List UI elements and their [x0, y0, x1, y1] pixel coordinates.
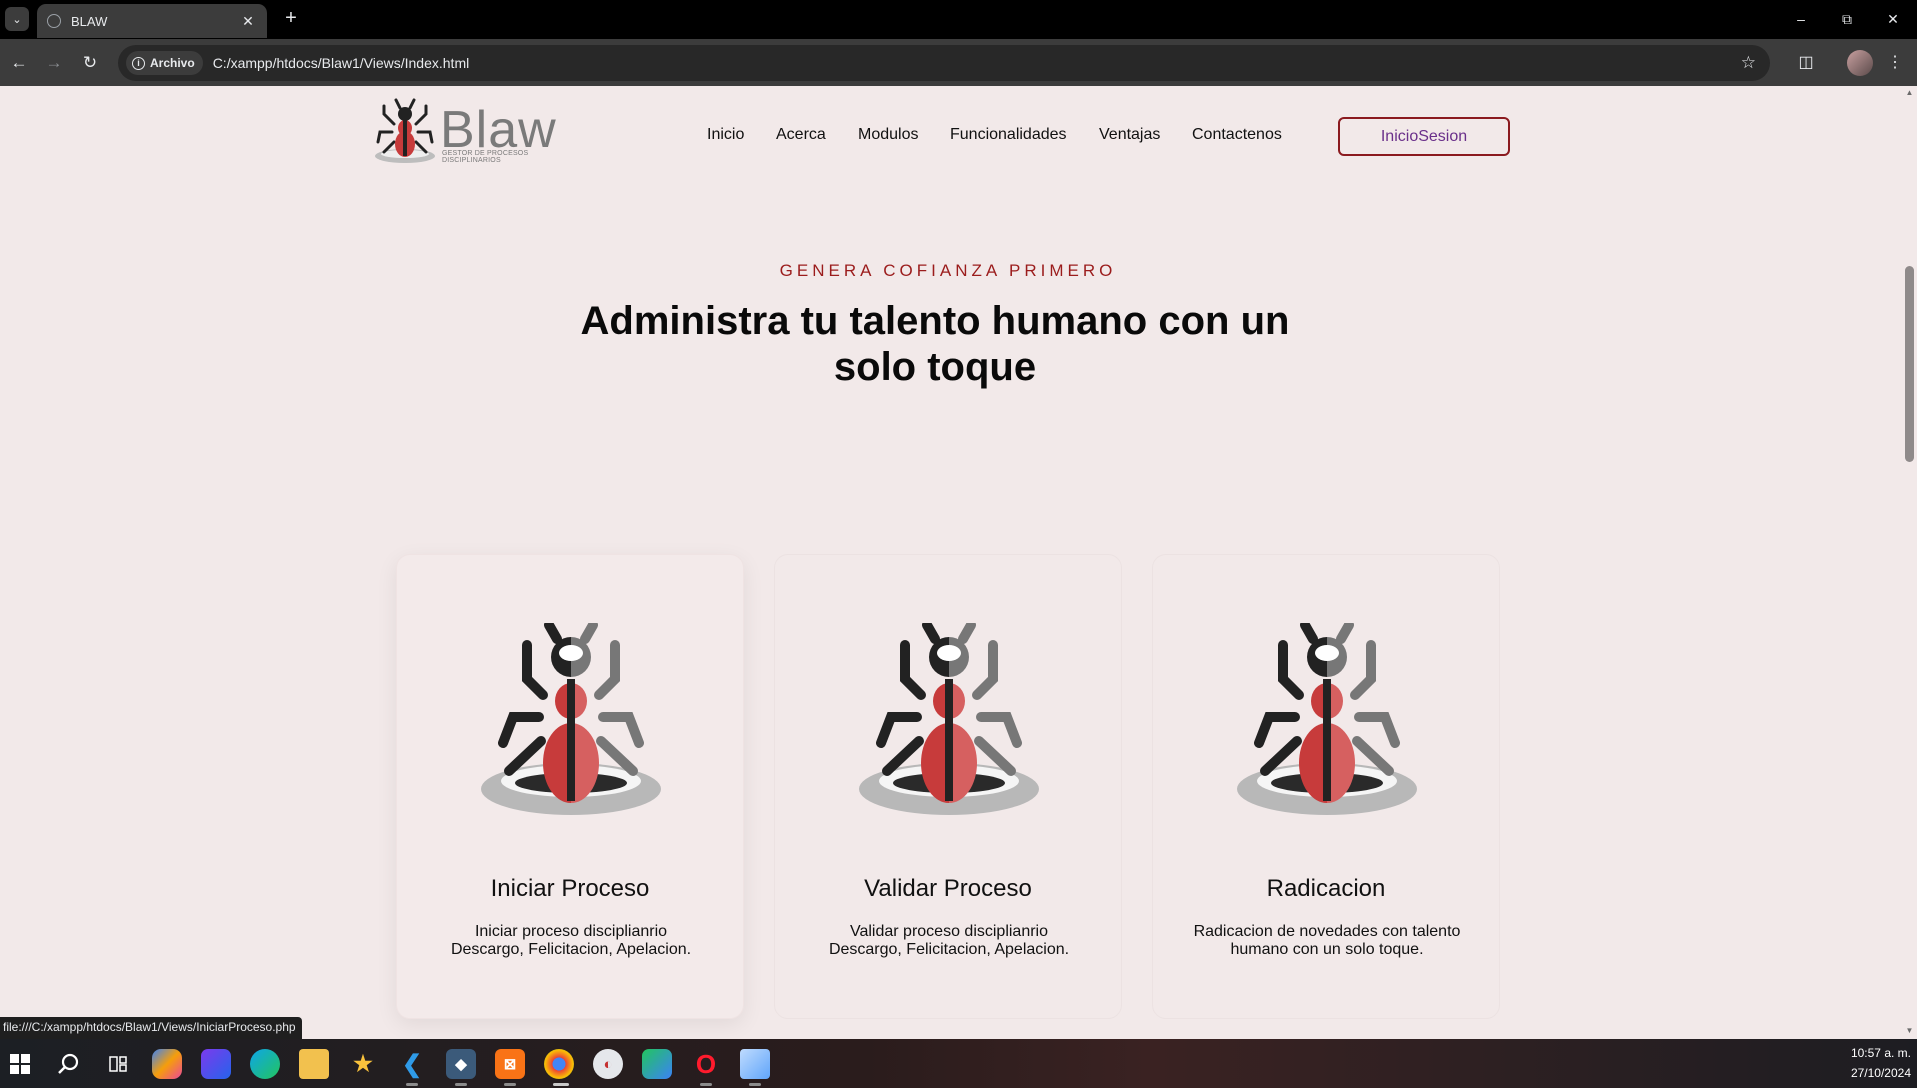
tab-title: BLAW — [71, 13, 108, 29]
forward-arrow-icon[interactable]: → — [42, 51, 66, 75]
card-title: Iniciar Proceso — [490, 875, 650, 902]
active-indicator — [700, 1083, 712, 1086]
bookmark-star-icon[interactable]: ☆ — [1741, 53, 1756, 73]
info-icon: i — [132, 56, 145, 70]
edge-browser-icon[interactable] — [250, 1049, 280, 1079]
minimize-icon[interactable]: – — [1778, 0, 1824, 38]
nav-contactenos[interactable]: Contactenos — [1192, 126, 1282, 144]
scroll-down-icon[interactable]: ▼ — [1904, 1026, 1915, 1035]
back-arrow-icon[interactable]: ← — [7, 51, 31, 75]
browser-toolbar: ← → ↻ i Archivo C:/xampp/htdocs/Blaw1/Vi… — [0, 38, 1917, 86]
taskbar: ★ ❮ ◆ ⊠ ◐ O 10:57 a. m. 27/10/2024 — [0, 1039, 1917, 1088]
hex-app-icon[interactable] — [201, 1049, 231, 1079]
vscode-icon[interactable]: ❮ — [397, 1049, 427, 1079]
link-status-bubble: file:///C:/xampp/htdocs/Blaw1/Views/Inic… — [0, 1017, 302, 1039]
windows-start-icon[interactable] — [5, 1049, 35, 1079]
file-explorer-icon[interactable] — [299, 1049, 329, 1079]
page-scrollbar[interactable]: ▲ ▼ — [1902, 86, 1917, 1039]
site-info-label: Archivo — [150, 56, 195, 70]
site-info-chip[interactable]: i Archivo — [126, 51, 203, 75]
hero-eyebrow: GENERA COFIANZA PRIMERO — [779, 261, 1117, 280]
card-iniciar-proceso[interactable]: Iniciar Proceso Iniciar proceso discipli… — [396, 554, 744, 1019]
mysql-workbench-icon[interactable]: ◆ — [446, 1049, 476, 1079]
ant-logo-icon — [375, 98, 435, 163]
active-indicator — [749, 1083, 761, 1086]
profile-avatar[interactable] — [1847, 50, 1873, 76]
search-icon[interactable] — [54, 1049, 84, 1079]
card-description: Radicacion de novedades con talento huma… — [1193, 923, 1461, 958]
system-clock[interactable]: 10:57 a. m. 27/10/2024 — [1851, 1043, 1911, 1083]
tab-close-icon[interactable]: ✕ — [239, 13, 257, 30]
reload-icon[interactable]: ↻ — [78, 51, 102, 75]
xampp-icon[interactable]: ⊠ — [495, 1049, 525, 1079]
active-indicator — [504, 1083, 516, 1086]
active-indicator — [553, 1083, 569, 1086]
page-viewport: Blaw GESTOR DE PROCESOS DISCIPLINARIOS I… — [0, 86, 1917, 1039]
address-bar[interactable]: i Archivo C:/xampp/htdocs/Blaw1/Views/In… — [118, 45, 1770, 81]
login-button[interactable]: InicioSesion — [1338, 117, 1510, 156]
task-view-icon[interactable] — [103, 1049, 133, 1079]
card-title: Validar Proceso — [864, 875, 1032, 902]
nav-funcionalidades[interactable]: Funcionalidades — [950, 126, 1067, 144]
scrollbar-thumb[interactable] — [1905, 266, 1914, 462]
card-description: Iniciar proceso disciplianrio Descargo, … — [450, 923, 692, 958]
card-radicacion[interactable]: Radicacion Radicacion de novedades con t… — [1152, 554, 1500, 1019]
tab-strip: ⌄ BLAW ✕ + – ⧉ ✕ — [0, 0, 1917, 38]
active-indicator — [406, 1083, 418, 1086]
browser-tab[interactable]: BLAW ✕ — [37, 4, 267, 38]
more-menu-icon[interactable]: ⋮ — [1882, 50, 1908, 76]
chrome-icon[interactable] — [544, 1049, 574, 1079]
ant-icon — [1237, 623, 1417, 815]
tab-search-chevron-icon[interactable]: ⌄ — [5, 7, 29, 31]
clock-time: 10:57 a. m. — [1850, 1046, 1911, 1060]
card-validar-proceso[interactable]: Validar Proceso Validar proceso discipli… — [774, 554, 1122, 1019]
opera-icon[interactable]: O — [691, 1049, 721, 1079]
nav-ventajas[interactable]: Ventajas — [1099, 126, 1160, 144]
globe-icon — [47, 14, 61, 28]
nav-acerca[interactable]: Acerca — [776, 126, 826, 144]
site-logo[interactable]: Blaw GESTOR DE PROCESOS DISCIPLINARIOS — [372, 98, 572, 164]
restore-icon[interactable]: ⧉ — [1824, 0, 1870, 38]
ant-icon — [481, 623, 661, 815]
card-description: Validar proceso disciplianrio Descargo, … — [828, 923, 1070, 958]
url-text[interactable]: C:/xampp/htdocs/Blaw1/Views/Index.html — [213, 55, 1741, 71]
new-tab-button[interactable]: + — [279, 7, 303, 31]
cube-app-icon[interactable] — [642, 1049, 672, 1079]
close-window-icon[interactable]: ✕ — [1870, 0, 1916, 38]
card-title: Radicacion — [1266, 875, 1386, 902]
nav-inicio[interactable]: Inicio — [707, 126, 744, 144]
star-app-icon[interactable]: ★ — [348, 1049, 378, 1079]
active-indicator — [455, 1083, 467, 1086]
nav-modulos[interactable]: Modulos — [858, 126, 918, 144]
hero-headline: Administra tu talento humano con un solo… — [580, 299, 1290, 389]
clock-date: 27/10/2024 — [1850, 1066, 1911, 1080]
extensions-puzzle-icon[interactable]: ◫ — [1793, 50, 1819, 76]
notes-app-icon[interactable] — [740, 1049, 770, 1079]
ant-icon — [859, 623, 1039, 815]
copilot-icon[interactable] — [152, 1049, 182, 1079]
logo-subtitle: GESTOR DE PROCESOS DISCIPLINARIOS — [442, 150, 529, 164]
scroll-up-icon[interactable]: ▲ — [1904, 88, 1915, 97]
app-icon[interactable]: ◐ — [593, 1049, 623, 1079]
